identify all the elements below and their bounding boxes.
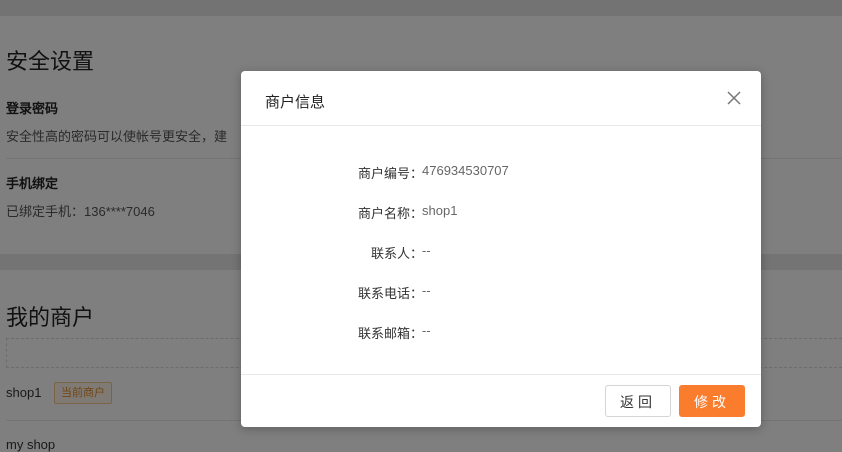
close-icon-glyph [727,91,741,105]
field-contact-phone: 联系电话： -- [241,283,761,303]
field-value: shop1 [422,203,458,218]
field-contact: 联系人： -- [241,243,761,263]
field-value: -- [422,323,431,338]
field-label: 商户编号： [357,166,423,181]
field-merchant-name: 商户名称： shop1 [241,203,761,223]
field-value: -- [422,283,431,298]
merchant-info-dialog: 商户信息 商户编号： 476934530707 商户名称： shop1 联系人：… [241,71,761,427]
field-value: -- [422,243,431,258]
dialog-body: 商户编号： 476934530707 商户名称： shop1 联系人： -- 联… [241,126,761,374]
field-value: 476934530707 [422,163,509,178]
field-merchant-id: 商户编号： 476934530707 [241,163,761,183]
field-label: 联系人： [370,246,423,261]
dialog-title: 商户信息 [265,94,326,111]
back-button[interactable]: 返回 [605,385,671,417]
field-label: 联系邮箱： [357,326,423,341]
dialog-header: 商户信息 [241,71,761,126]
edit-button[interactable]: 修改 [679,385,745,417]
field-contact-email: 联系邮箱： -- [241,323,761,343]
close-icon[interactable] [727,91,741,105]
field-label: 商户名称： [357,206,423,221]
dialog-footer: 返回 修改 [241,374,761,428]
field-label: 联系电话： [357,286,423,301]
